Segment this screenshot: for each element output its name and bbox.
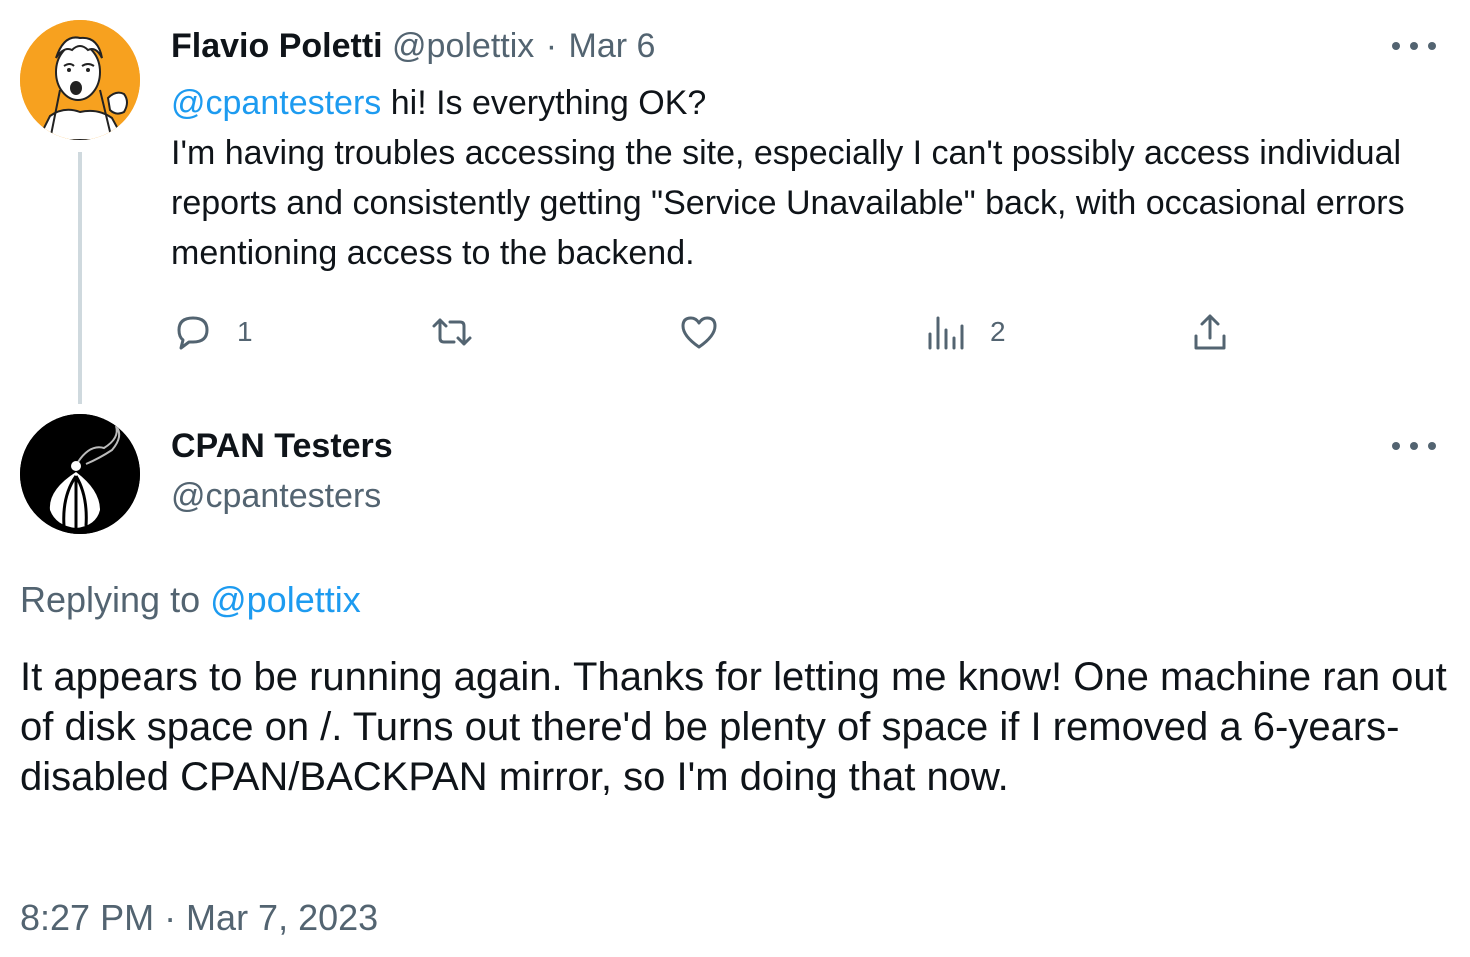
reply-line1: hi! Is everything OK? bbox=[381, 84, 707, 122]
more-dot bbox=[1410, 42, 1418, 50]
heart-icon bbox=[681, 316, 717, 349]
author-name[interactable]: Flavio Poletti bbox=[171, 27, 383, 65]
replying-prefix: Replying to bbox=[20, 579, 211, 620]
replying-to: Replying to @polettix bbox=[20, 575, 361, 625]
views-count: 2 bbox=[990, 316, 1006, 347]
avatar-flavio[interactable] bbox=[20, 20, 140, 140]
main-author-handle[interactable]: @cpantesters bbox=[171, 474, 381, 518]
reply-button[interactable]: 1 bbox=[171, 310, 253, 354]
reply-tweet-text: @cpantesters hi! Is everything OK? I'm h… bbox=[171, 78, 1431, 278]
reply-count: 1 bbox=[237, 316, 253, 347]
share-icon bbox=[1194, 314, 1226, 350]
like-button[interactable] bbox=[677, 310, 721, 354]
more-dot bbox=[1410, 442, 1418, 450]
more-dot bbox=[1428, 42, 1436, 50]
more-dot bbox=[1392, 442, 1400, 450]
reply-bubble-icon bbox=[177, 316, 209, 350]
avatar-cpantesters[interactable] bbox=[20, 414, 140, 534]
retweet-button[interactable] bbox=[430, 310, 474, 354]
separator-dot: · bbox=[545, 27, 558, 65]
thread-connector-line bbox=[78, 152, 82, 404]
retweet-icon bbox=[432, 318, 472, 346]
main-tweet-text: It appears to be running again. Thanks f… bbox=[20, 655, 1447, 799]
main-author-name[interactable]: CPAN Testers bbox=[171, 424, 393, 468]
reply-body: I'm having troubles accessing the site, … bbox=[171, 134, 1405, 272]
more-options-button[interactable] bbox=[1392, 436, 1436, 456]
more-options-button[interactable] bbox=[1392, 36, 1436, 56]
share-button[interactable] bbox=[1188, 310, 1232, 354]
analytics-bars-icon bbox=[928, 316, 964, 350]
more-dot bbox=[1428, 442, 1436, 450]
mention-link[interactable]: @cpantesters bbox=[171, 84, 381, 122]
more-dot bbox=[1392, 42, 1400, 50]
onion-icon bbox=[20, 414, 140, 534]
cartoon-portrait-icon bbox=[20, 20, 140, 140]
reply-tweet-header: Flavio Poletti @polettix · Mar 6 bbox=[171, 24, 655, 68]
author-handle[interactable]: @polettix bbox=[392, 27, 534, 65]
views-button[interactable]: 2 bbox=[924, 310, 1006, 354]
tweet-date[interactable]: Mar 6 bbox=[569, 27, 656, 65]
tweet-timestamp[interactable]: 8:27 PM · Mar 7, 2023 bbox=[20, 893, 378, 943]
replying-handle-link[interactable]: @polettix bbox=[210, 579, 361, 620]
